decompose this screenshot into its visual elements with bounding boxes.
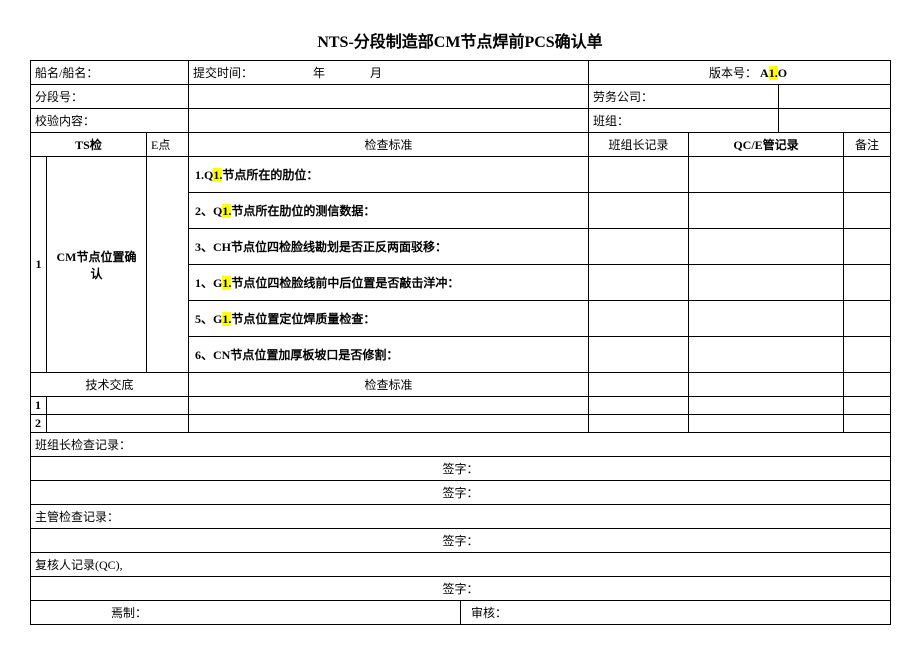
remark-4[interactable] — [844, 265, 891, 301]
team-rec-3[interactable] — [589, 229, 689, 265]
col-ts: TS检 — [31, 133, 147, 157]
team-rec-2[interactable] — [589, 193, 689, 229]
year-label: 年 — [313, 66, 325, 80]
tech-row-1-criteria[interactable] — [189, 397, 589, 415]
team-rec-1[interactable] — [589, 157, 689, 193]
tech-team-rec[interactable] — [589, 373, 689, 397]
tech-row-2-remark[interactable] — [844, 415, 891, 433]
version-cell: 版本号： A1.O — [589, 61, 891, 85]
qc-rec-1[interactable] — [689, 157, 844, 193]
sign-2[interactable]: 签字： — [31, 481, 891, 505]
sign-label-2: 签字： — [443, 486, 479, 500]
criteria-6: 6、CN节点位置加厚板坡口是否修割： — [189, 337, 589, 373]
tech-row-1-qc[interactable] — [689, 397, 844, 415]
col-team-record: 班组长记录 — [589, 133, 689, 157]
tech-row-1-remark[interactable] — [844, 397, 891, 415]
team-rec-5[interactable] — [589, 301, 689, 337]
sign-label-4: 签字： — [443, 582, 479, 596]
team-label: 班组： — [589, 109, 779, 133]
qc-rec-6[interactable] — [689, 337, 844, 373]
version-suffix: O — [778, 66, 787, 80]
footer-table: 班组长检查记录： 签字： 签字： 主管检查记录： 签字： 复核人记录(QC), … — [30, 433, 891, 625]
reviewed-by: 审核： — [461, 601, 891, 625]
labor-company-label: 劳务公司： — [589, 85, 779, 109]
criteria-1: 1.Q1.节点所在的肋位： — [189, 157, 589, 193]
remark-5[interactable] — [844, 301, 891, 337]
tech-row-1-team[interactable] — [589, 397, 689, 415]
tech-row-2-qc[interactable] — [689, 415, 844, 433]
qc-rec-2[interactable] — [689, 193, 844, 229]
epoint-cell[interactable] — [147, 157, 189, 373]
qc-rec-5[interactable] — [689, 301, 844, 337]
tech-criteria-label: 检查标准 — [189, 373, 589, 397]
section-no-label: 分段号： — [31, 85, 189, 109]
team-value[interactable] — [779, 109, 891, 133]
sign-label-3: 签字： — [443, 534, 479, 548]
tech-row-1-name[interactable] — [47, 397, 189, 415]
sign-3[interactable]: 签字： — [31, 529, 891, 553]
tech-row-2-team[interactable] — [589, 415, 689, 433]
ship-name-label: 船名/船名： — [31, 61, 189, 85]
criteria-2: 2、Q1.节点所在肋位的测信数据： — [189, 193, 589, 229]
tech-qc-rec[interactable] — [689, 373, 844, 397]
labor-company-value[interactable] — [779, 85, 891, 109]
main-index: 1 — [31, 157, 47, 373]
col-criteria: 检查标准 — [189, 133, 589, 157]
remark-2[interactable] — [844, 193, 891, 229]
form-title: NTS-分段制造部CM节点焊前PCS确认单 — [30, 20, 890, 60]
col-remark: 备注 — [844, 133, 891, 157]
qc-rec-4[interactable] — [689, 265, 844, 301]
supervisor-record-label: 主管检查记录： — [31, 505, 891, 529]
main-name: CM节点位置确认 — [47, 157, 147, 373]
remark-6[interactable] — [844, 337, 891, 373]
header-table: 船名/船名： 提交时间： 年 月 版本号： A1.O 分段号： 劳务公司： — [30, 60, 891, 433]
col-qc-record: QC/E管记录 — [689, 133, 844, 157]
team-leader-record-label: 班组长检查记录： — [31, 433, 891, 457]
section-no-value[interactable] — [189, 85, 589, 109]
sign-1[interactable]: 签字： — [31, 457, 891, 481]
tech-row-2-criteria[interactable] — [189, 415, 589, 433]
tech-disclosure-label: 技术交底 — [31, 373, 189, 397]
version-prefix: A — [760, 66, 769, 80]
month-label: 月 — [370, 66, 382, 80]
prepared-by: 焉制： — [31, 601, 461, 625]
tech-row-1-idx: 1 — [31, 397, 47, 415]
submit-time-label: 提交时间： — [193, 66, 253, 80]
tech-row-2-name[interactable] — [47, 415, 189, 433]
qc-rec-3[interactable] — [689, 229, 844, 265]
sign-label-1: 签字： — [443, 462, 479, 476]
remark-1[interactable] — [844, 157, 891, 193]
version-mid: 1. — [769, 66, 778, 80]
criteria-5: 5、G1.节点位置定位焊质量检查： — [189, 301, 589, 337]
tech-row-2-idx: 2 — [31, 415, 47, 433]
criteria-4: 1、G1.节点位四检脸线前中后位置是否敲击洋冲： — [189, 265, 589, 301]
qc-reviewer-record-label: 复核人记录(QC), — [31, 553, 891, 577]
submit-time-cell: 提交时间： 年 月 — [189, 61, 589, 85]
tech-remark[interactable] — [844, 373, 891, 397]
sign-4[interactable]: 签字： — [31, 577, 891, 601]
team-rec-4[interactable] — [589, 265, 689, 301]
version-label: 版本号： — [709, 66, 757, 80]
team-rec-6[interactable] — [589, 337, 689, 373]
inspect-content-value[interactable] — [189, 109, 589, 133]
remark-3[interactable] — [844, 229, 891, 265]
criteria-3: 3、CH节点位四检脸线勘划是否正反两面驳移： — [189, 229, 589, 265]
col-epoint: E点 — [147, 133, 189, 157]
inspect-content-label: 校验内容： — [31, 109, 189, 133]
